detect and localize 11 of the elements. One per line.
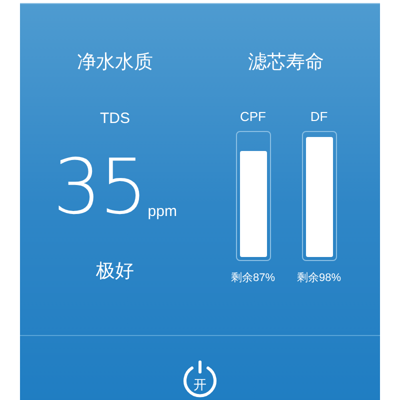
remaining-label: 剩余98%: [296, 271, 342, 285]
metric-label: TDS: [100, 109, 130, 129]
filter-name: DF: [310, 108, 328, 126]
quality-rating: 极好: [96, 260, 134, 284]
unit-label: ppm: [148, 203, 177, 221]
section-title: 净水水质: [77, 51, 153, 75]
section-title: 滤芯寿命: [248, 51, 324, 75]
remaining-label: 剩余87%: [230, 271, 276, 285]
power-button[interactable]: 开: [180, 360, 220, 400]
tds-value: 35: [53, 149, 146, 225]
filter-name: CPF: [240, 108, 266, 126]
